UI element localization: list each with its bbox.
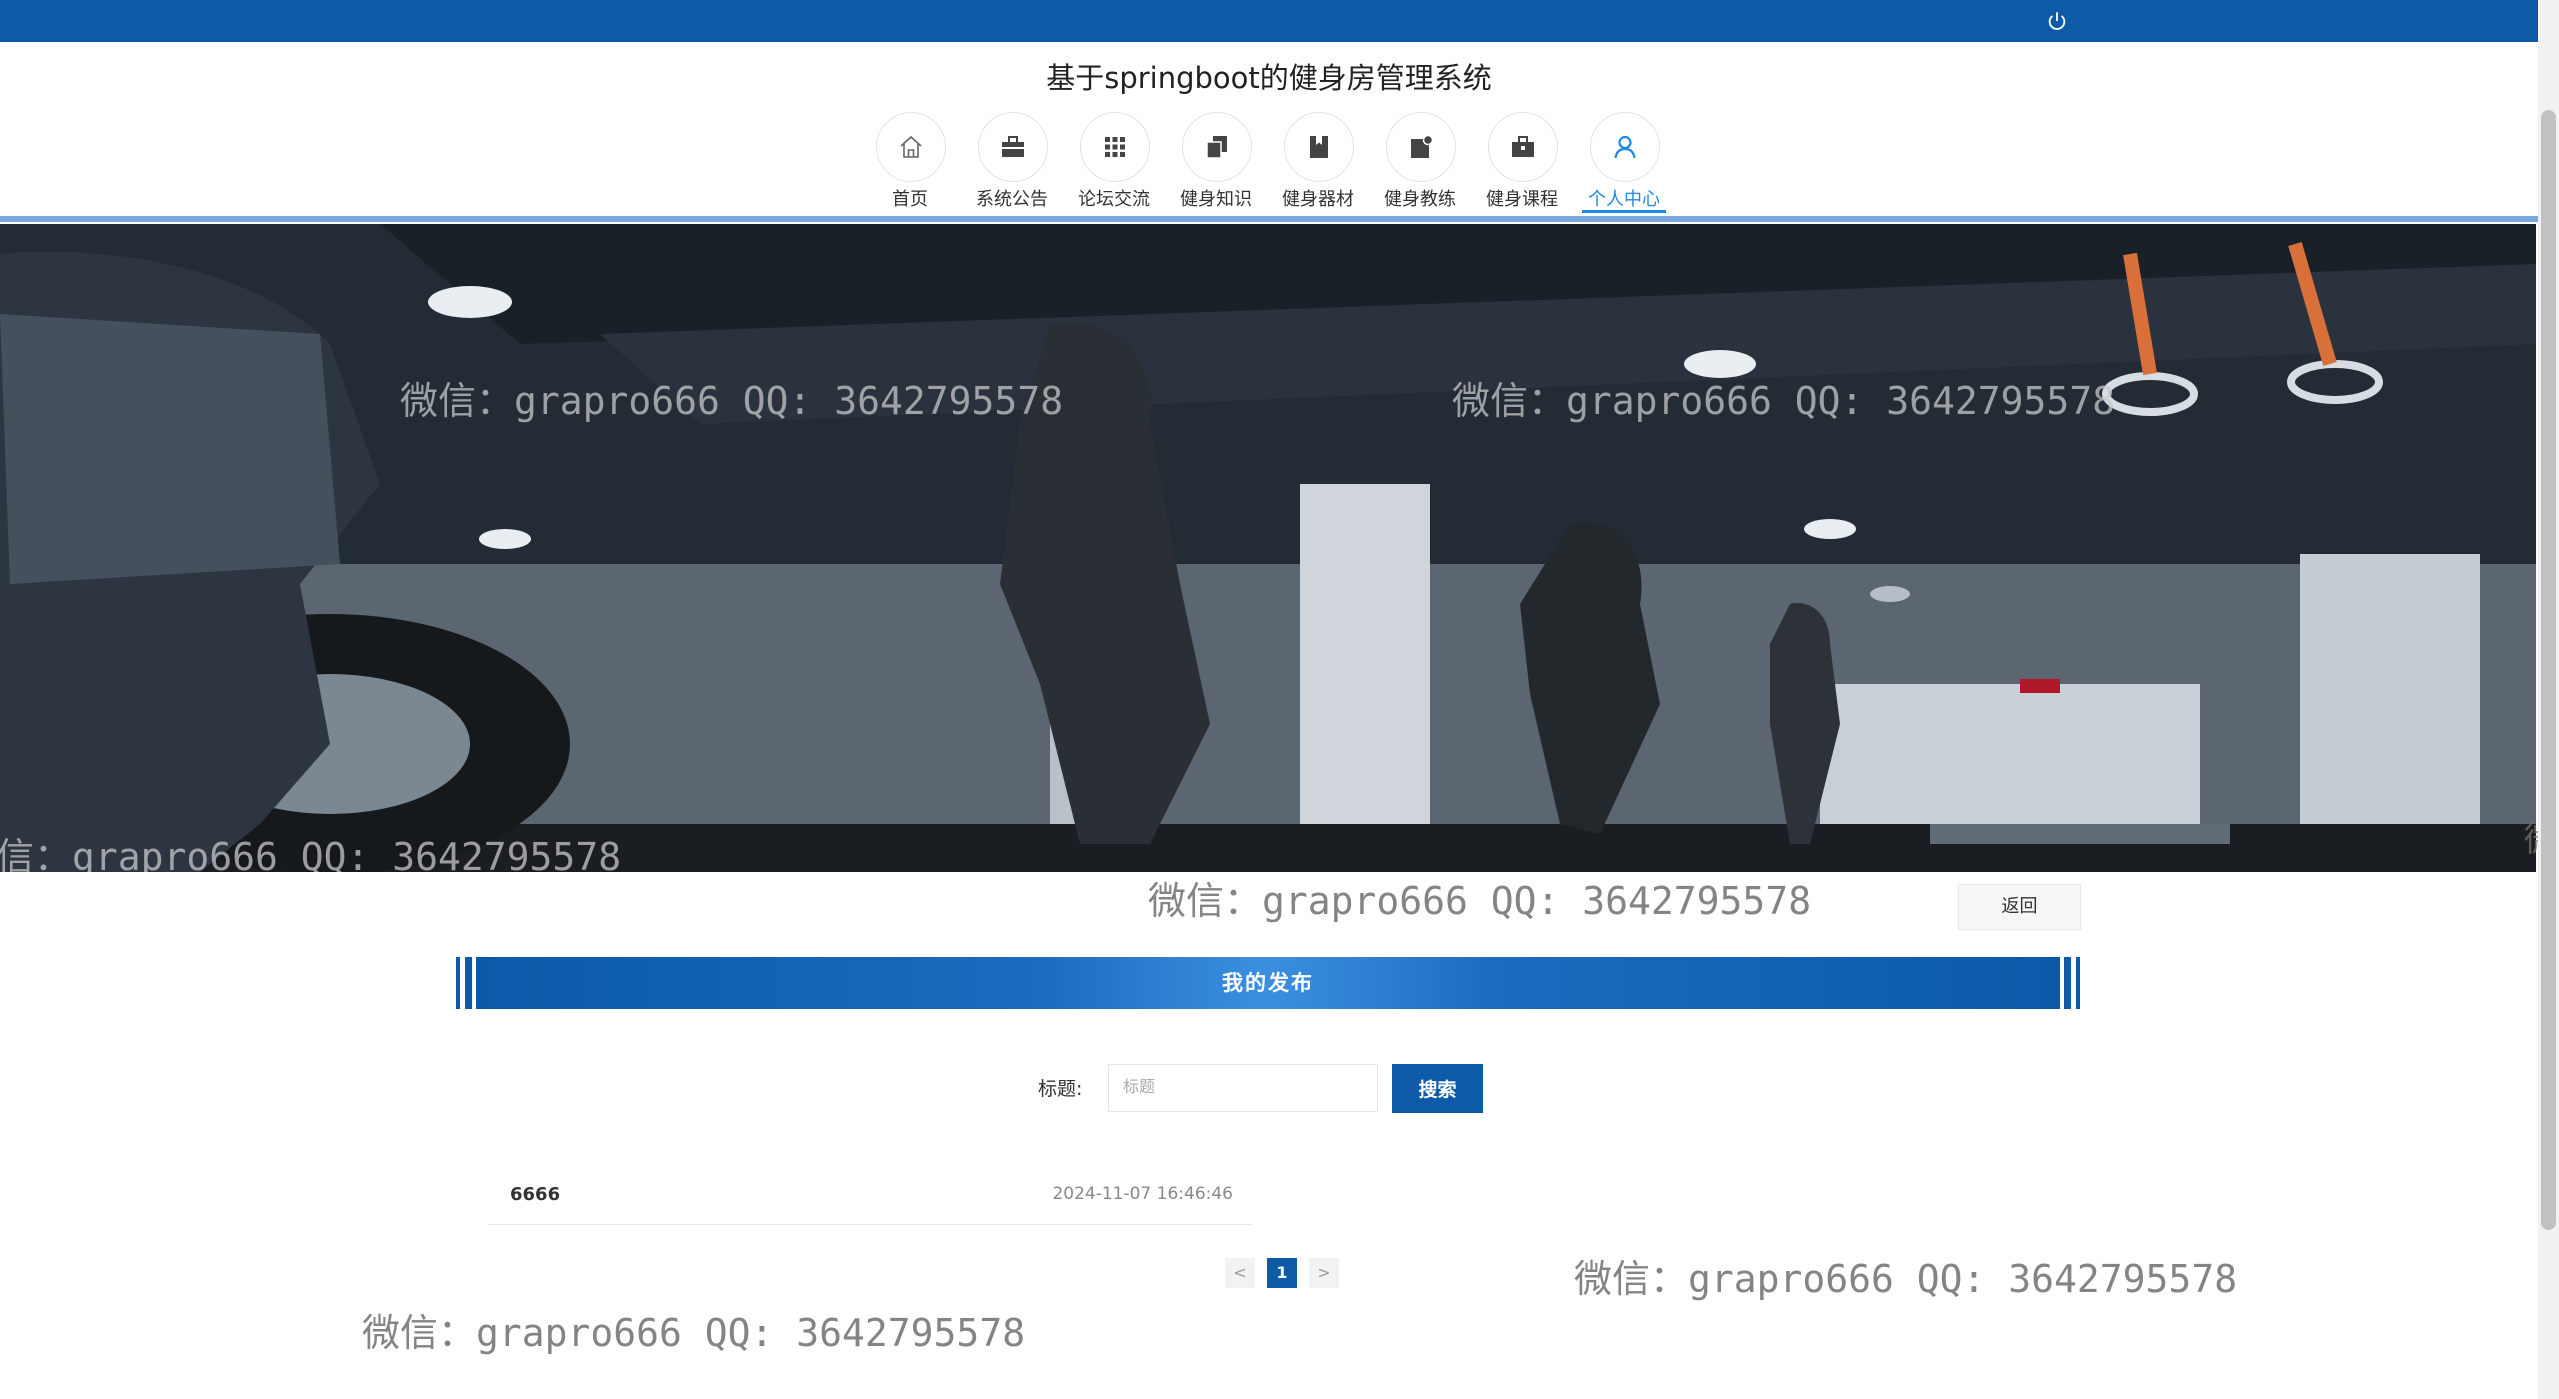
- suitcase-icon: [1512, 136, 1534, 157]
- nav-label: 健身器材: [1282, 189, 1354, 210]
- nav-label: 首页: [892, 189, 928, 210]
- post-title: 6666: [510, 1184, 561, 1205]
- user-icon: [1614, 135, 1636, 159]
- nav-item-forum[interactable]: 论坛交流: [1064, 108, 1164, 212]
- scrollbar-thumb[interactable]: [2541, 110, 2556, 1230]
- nav-item-home[interactable]: 首页: [860, 108, 960, 212]
- bookmark-icon: [1310, 136, 1328, 158]
- home-icon: [900, 135, 922, 158]
- prev-page-button[interactable]: <: [1225, 1258, 1255, 1288]
- hero-banner: 微信：grapro666 QQ: 3642795578 微信：grapro666…: [0, 224, 2536, 872]
- note-icon: [1411, 134, 1434, 158]
- nav-label: 个人中心: [1588, 189, 1660, 210]
- briefcase-icon: [1002, 136, 1024, 157]
- power-icon[interactable]: [2046, 10, 2068, 32]
- search-label: 标题:: [1038, 1078, 1083, 1100]
- top-bar: [0, 0, 2538, 42]
- gym-photo: [0, 224, 2536, 872]
- active-indicator: [1582, 210, 1666, 213]
- title-search-input[interactable]: [1108, 1064, 1378, 1112]
- nav-item-courses[interactable]: 健身课程: [1472, 108, 1572, 212]
- nav-item-announcements[interactable]: 系统公告: [962, 108, 1062, 212]
- watermark-text: 微信：grapro666 QQ: 3642795578: [1148, 879, 1812, 923]
- nav-label: 健身知识: [1180, 189, 1252, 210]
- page-number[interactable]: 1: [1267, 1258, 1297, 1288]
- watermark-text: 微信：grapro666 QQ: 3642795578: [362, 1311, 1026, 1355]
- post-list-item[interactable]: 6666 2024-11-07 16:46:46: [489, 1172, 1253, 1225]
- nav-item-knowledge[interactable]: 健身知识: [1166, 108, 1266, 212]
- nav-label: 系统公告: [976, 189, 1048, 210]
- nav-label: 健身课程: [1486, 189, 1558, 210]
- nav-label: 论坛交流: [1078, 189, 1150, 210]
- nav-item-profile[interactable]: 个人中心: [1574, 108, 1674, 213]
- post-time: 2024-11-07 16:46:46: [1052, 1184, 1233, 1204]
- next-page-button[interactable]: >: [1309, 1258, 1339, 1288]
- site-title: 基于springboot的健身房管理系统: [1046, 61, 1492, 95]
- search-button[interactable]: 搜索: [1392, 1064, 1483, 1113]
- grid-icon: [1105, 137, 1125, 157]
- nav-item-coaches[interactable]: 健身教练: [1370, 108, 1470, 212]
- section-title: 我的发布: [476, 957, 2060, 1009]
- back-button[interactable]: 返回: [1958, 884, 2081, 930]
- nav-item-equipment[interactable]: 健身器材: [1268, 108, 1368, 212]
- nav-label: 健身教练: [1384, 189, 1456, 210]
- nav-divider: [0, 216, 2538, 222]
- section-header: 我的发布: [456, 957, 2080, 1009]
- watermark-text: 微信：grapro666 QQ: 3642795578: [1574, 1257, 2238, 1301]
- copy-icon: [1206, 136, 1227, 159]
